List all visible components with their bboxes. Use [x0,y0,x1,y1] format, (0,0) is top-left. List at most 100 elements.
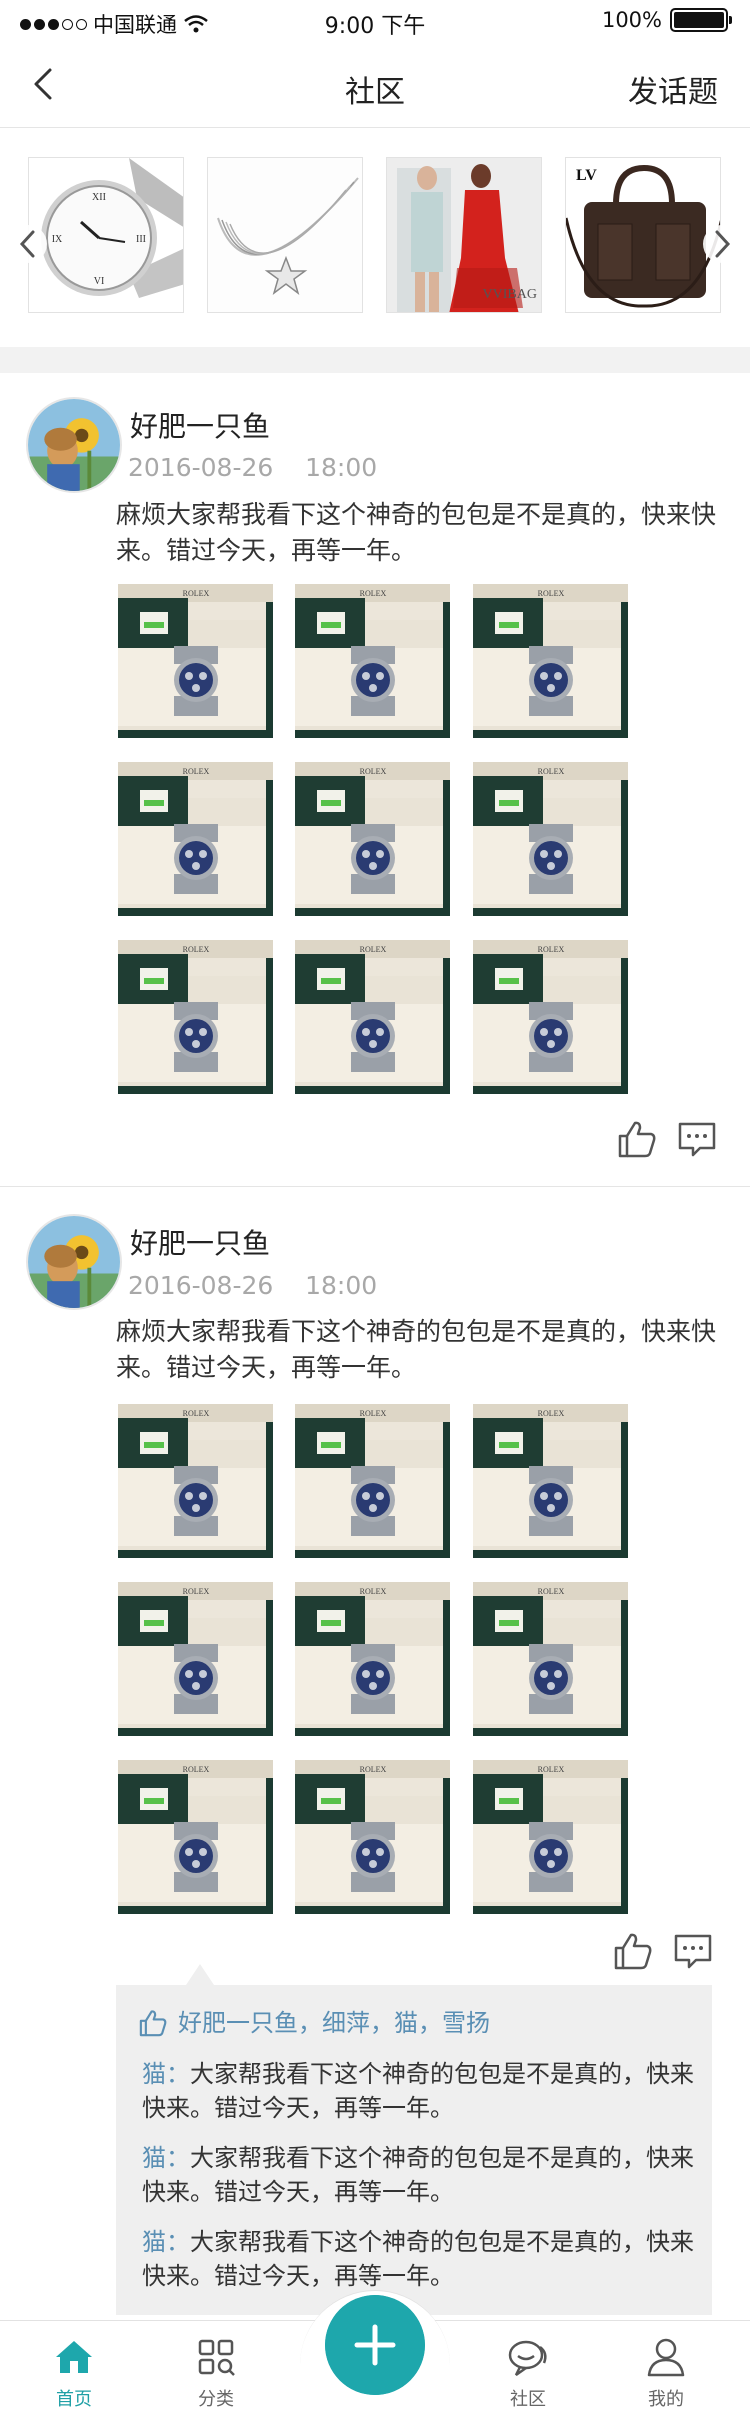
post-time: 18:00 [305,453,378,482]
carousel-item-watch[interactable]: XII III VI IX [28,157,184,313]
carousel-item-handbag[interactable]: LV [565,157,721,313]
post-photo[interactable]: ROLEX [473,1582,628,1736]
brand-text: ROLEX [360,1587,387,1596]
user-icon [647,2338,685,2377]
watch-image: XII III VI IX [29,158,183,312]
svg-text:VVIBAG: VVIBAG [483,287,537,302]
liked-by-list[interactable]: 好肥一只鱼，细萍，猫，雪扬 [178,2007,490,2039]
post-divider [0,1186,750,1187]
handbag-image: LV [566,158,720,312]
likes-row: 好肥一只鱼，细萍，猫，雪扬 [138,2007,490,2039]
fashion-image: VVIBAG [387,158,541,312]
carousel-item-necklace[interactable] [207,157,363,313]
post-photo[interactable]: ROLEX [118,762,273,916]
comment-icon[interactable] [676,1119,718,1159]
battery-info: 100% [601,8,732,32]
tab-label: 首页 [56,2389,92,2410]
post-photo[interactable]: ROLEX [295,1760,450,1914]
avatar[interactable] [26,397,122,493]
carousel-next-icon[interactable] [702,214,742,274]
post-text: 麻烦大家帮我看下这个神奇的包包是不是真的，快来快来。错过今天，再等一年。 [116,1317,717,1382]
brand-text: ROLEX [538,1587,565,1596]
tab-profile[interactable]: 我的 [616,2331,716,2417]
post-photo[interactable]: ROLEX [295,762,450,916]
liked-thumb-icon [139,2010,167,2037]
comment-icon[interactable] [672,1931,714,1971]
section-separator [0,347,750,373]
comment-author[interactable]: 猫 [142,2060,166,2088]
brand-text: ROLEX [183,767,210,776]
post-photo[interactable]: ROLEX [118,1582,273,1736]
post-photo[interactable]: ROLEX [473,762,628,916]
navigation-bar: 社区 发话题 [0,40,750,128]
post-photo[interactable]: ROLEX [473,940,628,1094]
status-bar: 中国联通 9:00 下午 100% [0,0,750,40]
post-time: 18:00 [305,1271,378,1300]
brand-text: ROLEX [360,589,387,598]
post-photo[interactable]: ROLEX [473,1404,628,1558]
comment-panel: 好肥一只鱼，细萍，猫，雪扬 猫：大家帮我看下这个神奇的包包是不是真的，快来快来。… [116,1985,712,2315]
post-date: 2016-08-26 [128,453,274,482]
necklace-image [208,158,362,312]
post-photo[interactable]: ROLEX [118,940,273,1094]
back-arrow-icon[interactable] [22,62,66,106]
brand-text: ROLEX [183,1765,210,1774]
community-icon [508,2340,547,2377]
brand-text: ROLEX [183,1587,210,1596]
post-photo[interactable]: ROLEX [295,584,450,738]
tab-label: 我的 [648,2389,684,2410]
like-icon[interactable] [612,1931,654,1971]
post-photo[interactable]: ROLEX [118,1404,273,1558]
tab-category[interactable]: 分类 [166,2331,266,2417]
post-timestamp: 2016-08-26 18:00 [128,453,377,483]
carousel-item-fashion[interactable]: VVIBAG [386,157,542,313]
add-post-button[interactable] [325,2295,425,2395]
brand-text: ROLEX [538,589,565,598]
battery-icon [670,8,732,32]
comment-author[interactable]: 猫 [142,2144,166,2172]
home-icon [56,2341,92,2373]
brand-text: ROLEX [183,1409,210,1418]
post-photo[interactable]: ROLEX [295,1582,450,1736]
brand-text: ROLEX [538,1409,565,1418]
post-photo[interactable]: ROLEX [295,1404,450,1558]
comment-text: 大家帮我看下这个神奇的包包是不是真的，快来快来。错过今天，再等一年。 [142,2228,694,2290]
comment-item: 猫：大家帮我看下这个神奇的包包是不是真的，快来快来。错过今天，再等一年。 [142,2057,698,2125]
tab-label: 社区 [510,2389,546,2410]
brand-text: ROLEX [538,945,565,954]
comment-box-pointer [186,1964,214,1985]
post-photo[interactable]: ROLEX [118,584,273,738]
svg-text:III: III [136,234,146,245]
comment-text: 大家帮我看下这个神奇的包包是不是真的，快来快来。错过今天，再等一年。 [142,2144,694,2206]
brand-text: ROLEX [538,1765,565,1774]
brand-text: ROLEX [538,767,565,776]
svg-text:XII: XII [92,192,106,203]
comment-item: 猫：大家帮我看下这个神奇的包包是不是真的，快来快来。错过今天，再等一年。 [142,2141,698,2209]
svg-text:IX: IX [52,234,63,245]
avatar[interactable] [26,1214,122,1310]
new-topic-button[interactable]: 发话题 [628,76,718,110]
post-photo[interactable]: ROLEX [295,940,450,1094]
brand-text: ROLEX [360,767,387,776]
svg-text:LV: LV [576,167,597,184]
post-timestamp: 2016-08-26 18:00 [128,1271,377,1301]
tab-label: 分类 [198,2389,234,2410]
battery-percent: 100% [601,8,662,32]
author-name[interactable]: 好肥一只鱼 [130,411,270,443]
category-icon [198,2339,235,2376]
svg-text:VI: VI [94,276,105,287]
post-photo[interactable]: ROLEX [473,584,628,738]
carousel-prev-icon[interactable] [8,214,48,274]
like-icon[interactable] [616,1119,658,1159]
tab-community[interactable]: 社区 [478,2331,578,2417]
post-date: 2016-08-26 [128,1271,274,1300]
comment-item: 猫：大家帮我看下这个神奇的包包是不是真的，快来快来。错过今天，再等一年。 [142,2225,698,2293]
brand-text: ROLEX [360,1409,387,1418]
tab-home[interactable]: 首页 [24,2331,124,2417]
comment-author[interactable]: 猫 [142,2228,166,2256]
post-photo[interactable]: ROLEX [118,1760,273,1914]
post-photo[interactable]: ROLEX [473,1760,628,1914]
author-name[interactable]: 好肥一只鱼 [130,1228,270,1260]
post-text: 麻烦大家帮我看下这个神奇的包包是不是真的，快来快来。错过今天，再等一年。 [116,500,717,565]
comment-separator: ： [166,2060,190,2088]
